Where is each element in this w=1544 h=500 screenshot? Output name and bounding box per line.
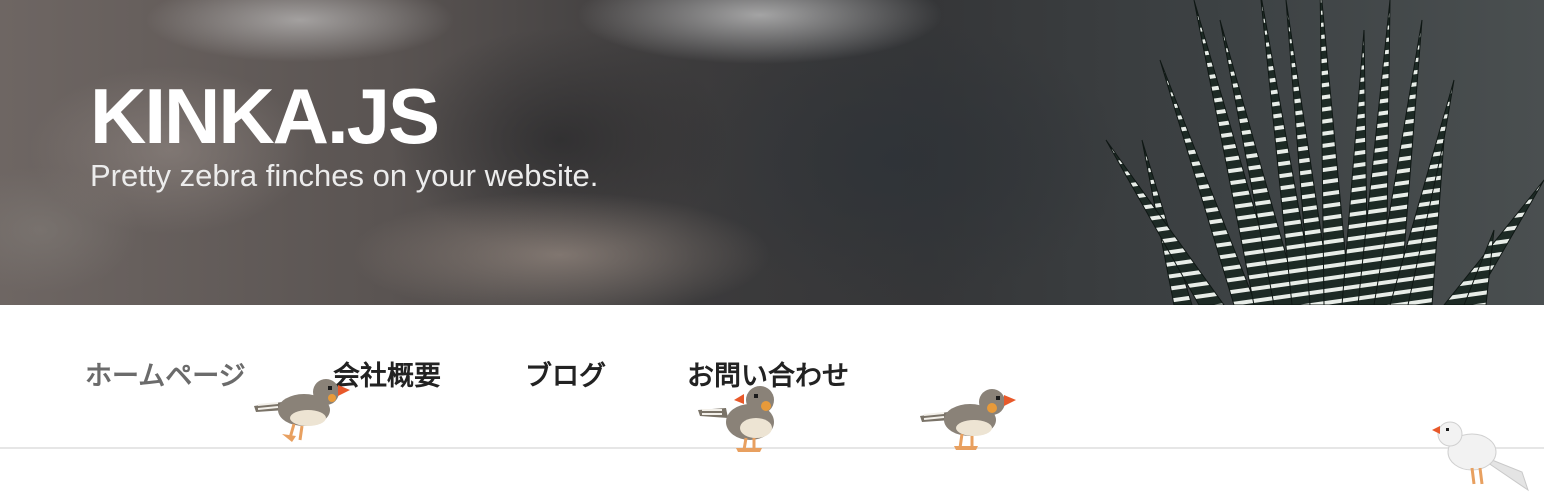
zebra-finch-icon [254, 379, 350, 442]
hero-text: KINKA.JS Pretty zebra finches on your we… [90, 74, 598, 196]
white-finch-icon [1432, 421, 1529, 492]
nav-item-home[interactable]: ホームページ [85, 360, 246, 394]
nav-item-blog[interactable]: ブログ [525, 360, 606, 394]
site-tagline: Pretty zebra finches on your website. [90, 158, 599, 193]
zebra-finch-icon [698, 386, 774, 452]
zebra-finch-icon [920, 389, 1016, 450]
hero-banner: KINKA.JS Pretty zebra finches on your we… [0, 0, 1544, 305]
site-title[interactable]: KINKA.JS [90, 74, 598, 158]
succulent-plant-image [1105, 0, 1544, 305]
